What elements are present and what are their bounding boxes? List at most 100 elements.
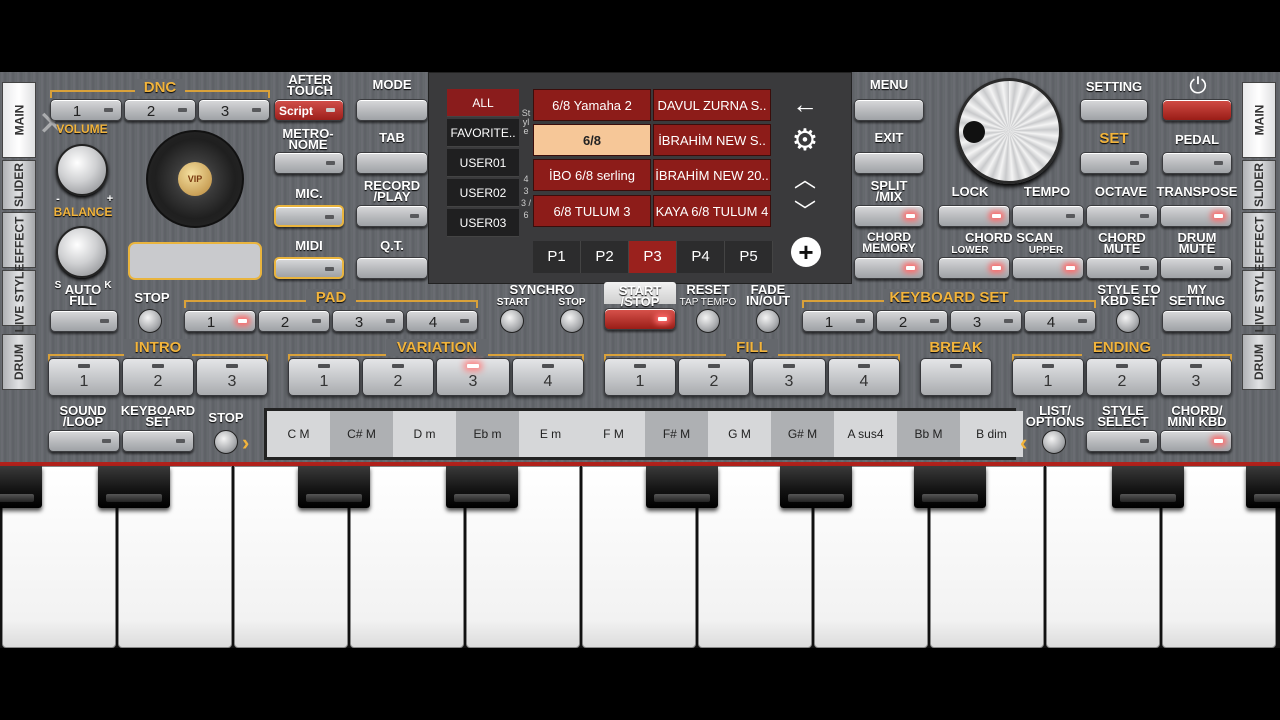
dnc-button-2[interactable]: 2 — [124, 99, 196, 121]
tab-button[interactable] — [356, 152, 428, 174]
page-p3[interactable]: P3 — [629, 241, 677, 273]
fill-button-2[interactable]: 2 — [678, 358, 750, 396]
dnc-button-1[interactable]: 1 — [50, 99, 122, 121]
chord-cell[interactable]: Eb m — [456, 411, 519, 457]
black-key[interactable] — [914, 466, 986, 508]
chord-cell[interactable]: E m — [519, 411, 582, 457]
chord-mini-button[interactable] — [1160, 430, 1232, 452]
split-mix-button[interactable] — [854, 205, 924, 227]
synchro-start-knob[interactable] — [500, 309, 524, 333]
keyboard-set-button-4[interactable]: 4 — [1024, 310, 1096, 332]
category-user03[interactable]: USER03 — [447, 209, 519, 237]
chord-cell[interactable]: F# M — [645, 411, 708, 457]
ending-button-3[interactable]: 3 — [1160, 358, 1232, 396]
start-stop-button[interactable] — [604, 308, 676, 330]
style-item[interactable]: DAVUL ZURNA S.. — [653, 89, 771, 121]
black-key[interactable] — [1112, 466, 1184, 508]
mic-button[interactable] — [274, 205, 344, 227]
style-item[interactable]: 6/8 Yamaha 2 — [533, 89, 651, 121]
variation-button-2[interactable]: 2 — [362, 358, 434, 396]
gear-icon[interactable]: ⚙ — [785, 123, 825, 159]
tempo-button[interactable] — [1012, 205, 1084, 227]
chord-cell[interactable]: D m — [393, 411, 456, 457]
right-tab-slider[interactable]: SLIDER — [1242, 160, 1276, 210]
right-tab-live-style[interactable]: LIVE STYLE — [1242, 264, 1276, 332]
right-tab-drum[interactable]: DRUM — [1242, 334, 1276, 390]
style-item-selected[interactable]: 6/8 — [533, 124, 651, 156]
fill-button-1[interactable]: 1 — [604, 358, 676, 396]
break-button[interactable] — [920, 358, 992, 396]
pad-button-3[interactable]: 3 — [332, 310, 404, 332]
chord-mute-button[interactable] — [1086, 257, 1158, 279]
record-play-button[interactable] — [356, 205, 428, 227]
black-key[interactable] — [98, 466, 170, 508]
fill-button-4[interactable]: 4 — [828, 358, 900, 396]
chord-scan-lower-button[interactable] — [938, 257, 1010, 279]
set-button[interactable] — [1080, 152, 1148, 174]
ending-button-2[interactable]: 2 — [1086, 358, 1158, 396]
style-item[interactable]: İBRAHİM NEW S.. — [653, 124, 771, 156]
add-icon[interactable]: + — [791, 237, 821, 267]
keyboard-set-button-2[interactable]: 2 — [876, 310, 948, 332]
chord-cell[interactable]: Bb M — [897, 411, 960, 457]
chord-cell[interactable]: A sus4 — [834, 411, 897, 457]
keyboard-set-toggle-button[interactable] — [122, 430, 194, 452]
transpose-button[interactable] — [1160, 205, 1232, 227]
chord-cell[interactable]: C M — [267, 411, 330, 457]
intro-button-1[interactable]: 1 — [48, 358, 120, 396]
exit-button[interactable] — [854, 152, 924, 174]
pad-stop-knob[interactable] — [138, 309, 162, 333]
chevron-right-icon[interactable]: › — [242, 430, 260, 456]
pad-button-1[interactable]: 1 — [184, 310, 256, 332]
right-tab-effect[interactable]: EFFECT — [1242, 212, 1276, 268]
style-item[interactable]: İBRAHİM NEW 20.. — [653, 159, 771, 191]
category-user01[interactable]: USER01 — [447, 149, 519, 177]
chord-cell[interactable]: G# M — [771, 411, 834, 457]
style-item[interactable]: 6/8 TULUM 3 — [533, 195, 651, 227]
my-setting-button[interactable] — [1162, 310, 1232, 332]
variation-button-3[interactable]: 3 — [436, 358, 510, 396]
chord-cell[interactable]: G M — [708, 411, 771, 457]
chord-scan-upper-button[interactable] — [1012, 257, 1084, 279]
left-tab-effect[interactable]: EFFECT — [2, 212, 36, 268]
lock-button[interactable] — [938, 205, 1010, 227]
style-item[interactable]: İBO 6/8 serling — [533, 159, 651, 191]
keyboard-set-button-3[interactable]: 3 — [950, 310, 1022, 332]
qt-button[interactable] — [356, 257, 428, 279]
ending-button-1[interactable]: 1 — [1012, 358, 1084, 396]
reset-knob[interactable] — [696, 309, 720, 333]
black-key[interactable] — [298, 466, 370, 508]
page-p4[interactable]: P4 — [677, 241, 725, 273]
variation-button-4[interactable]: 4 — [512, 358, 584, 396]
black-key[interactable] — [646, 466, 718, 508]
chord-cell[interactable]: B dim — [960, 411, 1023, 457]
volume-knob[interactable] — [56, 144, 108, 196]
intro-button-3[interactable]: 3 — [196, 358, 268, 396]
octave-button[interactable] — [1086, 205, 1158, 227]
category-favorite[interactable]: FAVORITE.. — [447, 119, 519, 147]
power-button[interactable] — [1162, 99, 1232, 121]
right-tab-main[interactable]: MAIN — [1242, 82, 1276, 158]
black-key[interactable] — [0, 466, 42, 508]
setting-button[interactable] — [1080, 99, 1148, 121]
fill-button-3[interactable]: 3 — [752, 358, 826, 396]
auto-fill-button[interactable] — [50, 310, 118, 332]
page-p5[interactable]: P5 — [725, 241, 773, 273]
left-tab-main[interactable]: MAIN — [2, 82, 36, 158]
keyboard-set-button-1[interactable]: 1 — [802, 310, 874, 332]
chord-stop-knob[interactable] — [214, 430, 238, 454]
left-tab-slider[interactable]: SLIDER — [2, 160, 36, 210]
black-key[interactable] — [1246, 466, 1280, 508]
left-tab-drum[interactable]: DRUM — [2, 334, 36, 390]
style-item[interactable]: KAYA 6/8 TULUM 4 — [653, 195, 771, 227]
black-key[interactable] — [446, 466, 518, 508]
category-user02[interactable]: USER02 — [447, 179, 519, 207]
tempo-dial[interactable] — [956, 78, 1062, 184]
black-key[interactable] — [780, 466, 852, 508]
back-arrow-icon[interactable]: ← — [785, 87, 825, 121]
pad-button-2[interactable]: 2 — [258, 310, 330, 332]
chevron-down-icon[interactable]: ﹀ — [785, 197, 825, 227]
dnc-button-3[interactable]: 3 — [198, 99, 270, 121]
category-all[interactable]: ALL — [447, 89, 519, 117]
chord-cell[interactable]: C# M — [330, 411, 393, 457]
